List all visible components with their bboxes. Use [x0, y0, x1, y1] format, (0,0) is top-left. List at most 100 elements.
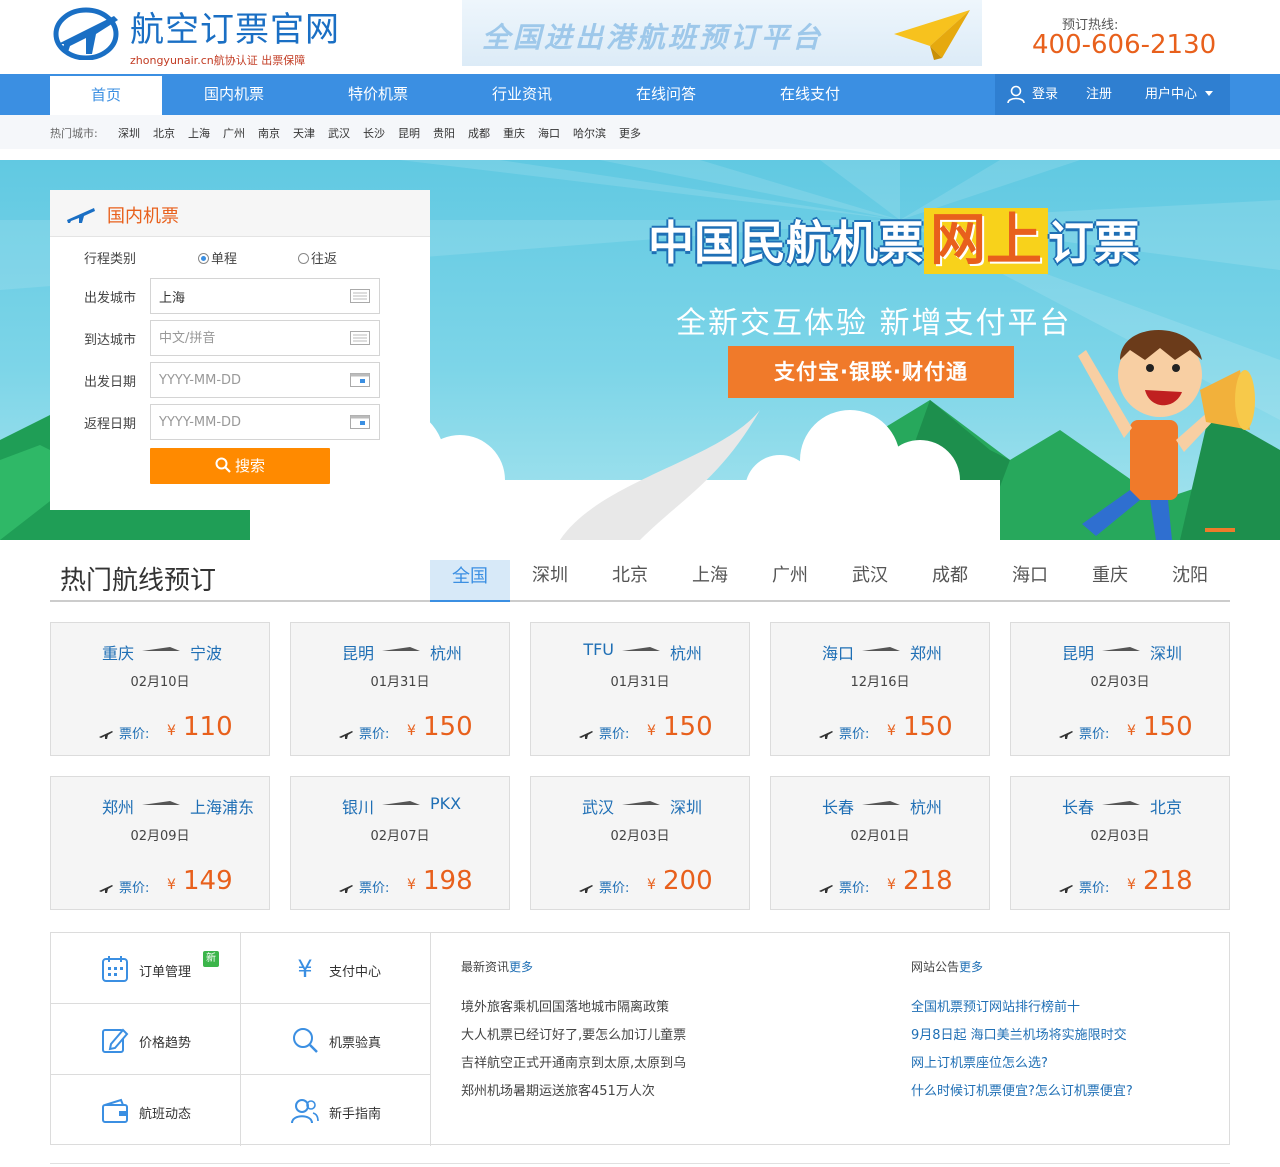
register-link[interactable]: 注册	[1086, 74, 1112, 115]
route-card[interactable]: 昆明 深圳 02月03日 票价: ¥150	[1010, 622, 1230, 756]
payment-center-link[interactable]: ¥ 支付中心	[241, 933, 431, 1004]
one-way-label: 单程	[211, 252, 238, 267]
user-center-menu[interactable]: 用户中心	[1145, 74, 1214, 115]
route-to-city: 深圳	[1150, 644, 1183, 663]
nav-online-qa[interactable]: 在线问答	[610, 74, 722, 115]
hot-city-link[interactable]: 成都	[468, 127, 490, 140]
route-tab-nationwide[interactable]: 全国	[430, 560, 510, 602]
notice-item[interactable]: 9月8日起 海口美兰机场将实施限时交	[911, 1024, 1127, 1043]
route-arrow-icon	[1102, 647, 1140, 651]
hot-city-link[interactable]: 南京	[258, 127, 280, 140]
hot-city-link[interactable]: 昆明	[398, 127, 420, 140]
airplane-icon	[579, 885, 593, 893]
route-arrow-icon	[382, 801, 420, 805]
route-card[interactable]: 银川 PKX 02月07日 票价: ¥198	[290, 776, 510, 910]
user-center-label: 用户中心	[1145, 87, 1198, 102]
hot-cities-more-link[interactable]: 更多	[619, 127, 641, 140]
price-label: 票价:	[359, 881, 390, 896]
news-item[interactable]: 吉祥航空正式开通南京到太原,太原到乌	[461, 1052, 686, 1071]
nav-online-payment[interactable]: 在线支付	[754, 74, 866, 115]
nav-domestic-flights[interactable]: 国内机票	[178, 74, 290, 115]
price-label: 票价:	[359, 727, 390, 742]
route-card[interactable]: 重庆 宁波 02月10日 票价: ¥110	[50, 622, 270, 756]
to-city-input[interactable]	[150, 320, 380, 356]
return-date-input[interactable]	[150, 404, 380, 440]
route-tab-chongqing[interactable]: 重庆	[1070, 560, 1150, 602]
route-tab-guangzhou[interactable]: 广州	[750, 560, 830, 602]
one-way-radio[interactable]: 单程	[198, 248, 237, 267]
site-header: 航空订票官网 zhongyunair.cn航协认证 出票保障 全国进出港航班预订…	[0, 0, 1280, 74]
route-date: 02月09日	[130, 829, 190, 844]
notice-item[interactable]: 网上订机票座位怎么选?	[911, 1052, 1048, 1071]
hot-city-link[interactable]: 长沙	[363, 127, 385, 140]
route-price: 218	[903, 866, 953, 896]
route-card[interactable]: 长春 杭州 02月01日 票价: ¥218	[770, 776, 990, 910]
flight-status-link[interactable]: 航班动态	[51, 1075, 241, 1146]
edit-icon	[102, 1028, 129, 1053]
price-label: 票价:	[119, 881, 150, 896]
route-card[interactable]: 海口 郑州 12月16日 票价: ¥150	[770, 622, 990, 756]
nav-special-flights[interactable]: 特价机票	[322, 74, 434, 115]
nav-home[interactable]: 首页	[50, 74, 162, 115]
route-tab-haikou[interactable]: 海口	[990, 560, 1070, 602]
news-item[interactable]: 大人机票已经订好了,要怎么加订儿童票	[461, 1024, 686, 1043]
route-arrow-icon	[622, 647, 660, 651]
depart-date-label: 出发日期	[84, 375, 137, 390]
hot-city-link[interactable]: 上海	[188, 127, 210, 140]
hot-city-link[interactable]: 贵阳	[433, 127, 455, 140]
latest-news-more-link[interactable]: 更多	[509, 960, 533, 974]
airplane-icon	[1059, 885, 1073, 893]
currency-symbol: ¥	[1127, 723, 1136, 739]
hot-city-link[interactable]: 深圳	[118, 127, 140, 140]
notice-item[interactable]: 全国机票预订网站排行榜前十	[911, 996, 1080, 1015]
route-tab-shenzhen[interactable]: 深圳	[510, 560, 590, 602]
route-date: 12月16日	[850, 675, 910, 690]
hot-city-link[interactable]: 广州	[223, 127, 245, 140]
from-city-input[interactable]	[150, 278, 380, 314]
beginner-guide-link[interactable]: 新手指南	[241, 1075, 431, 1146]
route-tab-shenyang[interactable]: 沈阳	[1150, 560, 1230, 602]
route-arrow-icon	[382, 647, 420, 651]
route-price: 149	[183, 866, 233, 896]
round-trip-radio[interactable]: 往返	[298, 248, 337, 267]
route-price: 150	[1143, 712, 1193, 742]
route-tab-shanghai[interactable]: 上海	[670, 560, 750, 602]
hot-city-link[interactable]: 武汉	[328, 127, 350, 140]
latest-news-title: 最新资讯	[461, 960, 510, 974]
currency-symbol: ¥	[887, 723, 896, 739]
hot-city-link[interactable]: 北京	[153, 127, 175, 140]
price-label: 票价:	[839, 881, 870, 896]
hot-city-link[interactable]: 天津	[293, 127, 315, 140]
route-to-city: 杭州	[670, 644, 703, 663]
search-icon	[293, 1028, 318, 1053]
route-card[interactable]: 昆明 杭州 01月31日 票价: ¥150	[290, 622, 510, 756]
route-card[interactable]: TFU 杭州 01月31日 票价: ¥150	[530, 622, 750, 756]
nav-industry-news[interactable]: 行业资讯	[466, 74, 578, 115]
route-price: 110	[183, 712, 233, 742]
site-logo[interactable]: 航空订票官网 zhongyunair.cn航协认证 出票保障	[50, 2, 350, 70]
notices-more-link[interactable]: 更多	[959, 960, 983, 974]
order-management-link[interactable]: 订单管理 新	[51, 933, 241, 1004]
route-card[interactable]: 武汉 深圳 02月03日 票价: ¥200	[530, 776, 750, 910]
hot-routes-title: 热门航线预订	[60, 566, 217, 596]
route-from-city: 银川	[341, 798, 374, 817]
search-button[interactable]: 搜索	[150, 448, 330, 484]
new-badge: 新	[203, 951, 219, 967]
hot-city-link[interactable]: 海口	[538, 127, 560, 140]
price-trend-link[interactable]: 价格趋势	[51, 1004, 241, 1075]
depart-date-input[interactable]	[150, 362, 380, 398]
route-tab-chengdu[interactable]: 成都	[910, 560, 990, 602]
news-item[interactable]: 境外旅客乘机回国落地城市隔离政策	[461, 996, 669, 1015]
route-tab-wuhan[interactable]: 武汉	[830, 560, 910, 602]
login-link[interactable]: 登录	[1032, 74, 1058, 115]
route-tab-beijing[interactable]: 北京	[590, 560, 670, 602]
route-card[interactable]: 长春 北京 02月03日 票价: ¥218	[1010, 776, 1230, 910]
hot-city-link[interactable]: 哈尔滨	[573, 127, 606, 140]
route-card[interactable]: 郑州 上海浦东 02月09日 票价: ¥149	[50, 776, 270, 910]
ticket-verify-link[interactable]: 机票验真	[241, 1004, 431, 1075]
news-item[interactable]: 郑州机场暑期运送旅客451万人次	[461, 1080, 655, 1099]
calendar-icon	[102, 956, 128, 982]
currency-symbol: ¥	[1127, 877, 1136, 893]
notice-item[interactable]: 什么时候订机票便宜?怎么订机票便宜?	[911, 1080, 1133, 1099]
hot-city-link[interactable]: 重庆	[503, 127, 525, 140]
